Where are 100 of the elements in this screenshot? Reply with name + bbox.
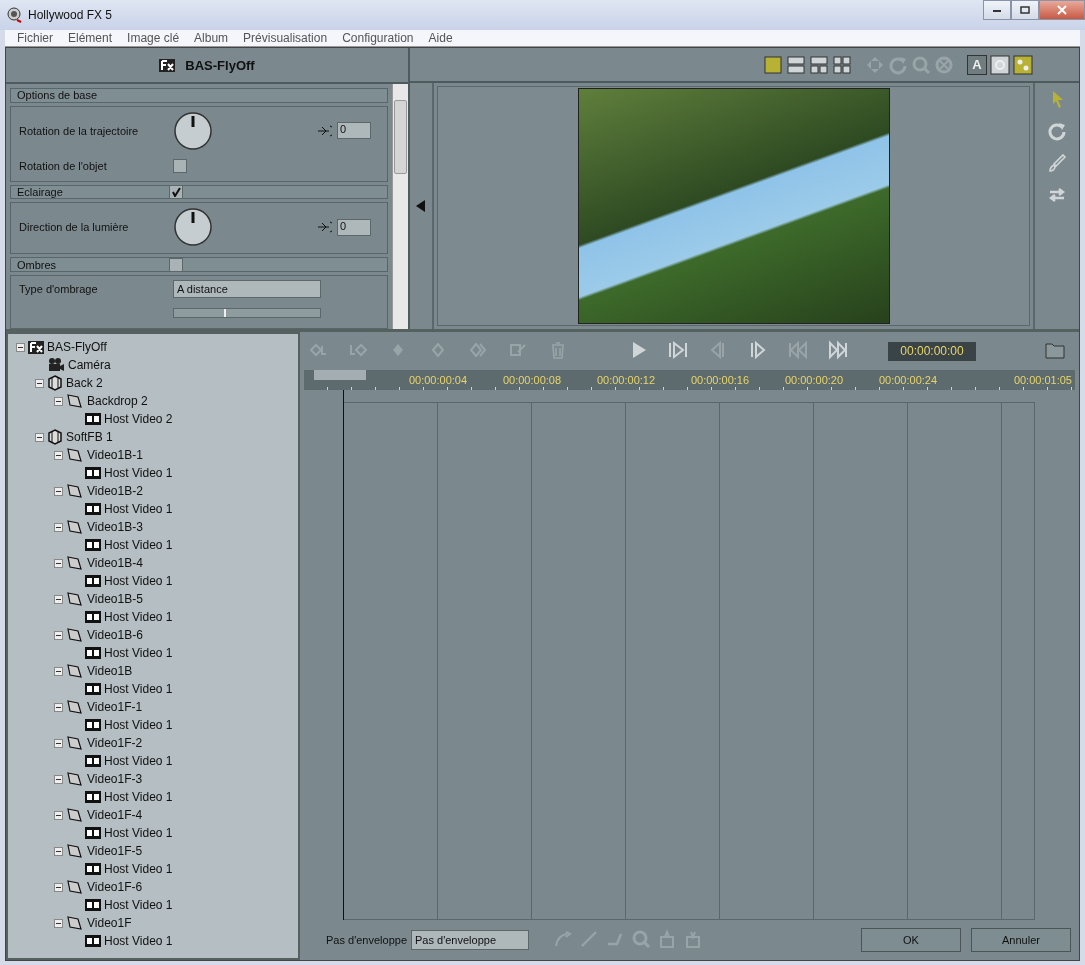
two-row-view-icon[interactable] xyxy=(786,54,806,75)
collapse-arrow-icon[interactable] xyxy=(416,200,426,212)
maximize-button[interactable] xyxy=(1011,0,1039,20)
tree-item[interactable]: Host Video 1 xyxy=(104,646,173,660)
tree-item[interactable]: Video1F-6 xyxy=(87,880,143,894)
fast-forward-icon[interactable] xyxy=(828,340,848,360)
slider[interactable] xyxy=(173,308,321,318)
tree-item[interactable]: Video1B-3 xyxy=(87,520,143,534)
group-header[interactable]: Ombres xyxy=(10,257,388,272)
scrollbar[interactable] xyxy=(392,84,408,329)
checkbox[interactable] xyxy=(173,158,187,173)
collapse-toggle[interactable] xyxy=(54,450,63,460)
tree-item[interactable]: Caméra xyxy=(68,358,111,372)
tree-item[interactable]: Video1F-5 xyxy=(87,844,143,858)
tree-item[interactable]: BAS-FlyOff xyxy=(47,340,107,354)
tree-item[interactable]: Video1B-4 xyxy=(87,556,143,570)
tree-item[interactable]: Host Video 1 xyxy=(104,502,173,516)
menu-item[interactable]: Elément xyxy=(68,31,113,45)
film-icon xyxy=(85,611,101,623)
collapse-toggle[interactable] xyxy=(54,396,63,406)
field-label: Type d'ombrage xyxy=(19,283,99,295)
tree-item[interactable]: Video1B-5 xyxy=(87,592,143,606)
menu-item[interactable]: Prévisualisation xyxy=(243,31,328,45)
next-frame-icon[interactable] xyxy=(748,340,768,360)
folder-icon[interactable] xyxy=(1045,341,1065,359)
tree-item[interactable]: Host Video 1 xyxy=(104,898,173,912)
minimize-button[interactable] xyxy=(983,0,1011,20)
tree-item[interactable]: Host Video 1 xyxy=(104,790,173,804)
tree-item[interactable]: Host Video 1 xyxy=(104,466,173,480)
skip-next-icon[interactable] xyxy=(668,340,688,360)
collapse-toggle[interactable] xyxy=(54,774,63,784)
single-view-icon[interactable] xyxy=(763,54,783,75)
tree-item[interactable]: Video1F-2 xyxy=(87,736,143,750)
tree-item[interactable]: Host Video 2 xyxy=(104,412,173,426)
group-header[interactable]: Options de base xyxy=(10,88,388,103)
group-header[interactable]: Eclairage xyxy=(10,184,388,200)
menu-item[interactable]: Configuration xyxy=(342,31,414,45)
collapse-toggle[interactable] xyxy=(54,702,63,712)
tree-item[interactable]: Host Video 1 xyxy=(104,826,173,840)
tree-item[interactable]: Video1F xyxy=(87,916,132,930)
tree-item[interactable]: SoftFB 1 xyxy=(66,430,113,444)
collapse-toggle[interactable] xyxy=(54,738,63,748)
time-ruler[interactable]: 00:00:00:04 00:00:00:08 00:00:00:12 00:00:00:16 00:00:00:20 00:00:00:24 00:00:01:05 xyxy=(304,370,1075,390)
dropdown[interactable]: A distance xyxy=(173,280,321,298)
menu-item[interactable]: Aide xyxy=(428,31,453,45)
collapse-toggle[interactable] xyxy=(54,630,63,640)
plane-icon xyxy=(66,735,84,751)
collapse-toggle[interactable] xyxy=(54,882,63,892)
collapse-toggle[interactable] xyxy=(35,432,44,442)
menu-item[interactable]: Image clé xyxy=(127,31,180,45)
value-field[interactable]: 0 xyxy=(337,122,371,140)
value-field[interactable]: 0 xyxy=(337,218,371,236)
plane-icon xyxy=(66,807,84,823)
ok-button[interactable]: OK xyxy=(861,928,961,952)
collapse-toggle[interactable] xyxy=(54,810,63,820)
rotate-icon[interactable] xyxy=(1047,121,1067,141)
three-pane-view-icon[interactable] xyxy=(809,54,829,75)
four-pane-view-icon[interactable] xyxy=(832,54,852,75)
tree-item[interactable]: Host Video 1 xyxy=(104,862,173,876)
text-tool-button[interactable]: A xyxy=(967,54,987,75)
collapse-toggle[interactable] xyxy=(35,378,44,388)
tree-item[interactable]: Host Video 1 xyxy=(104,610,173,624)
checkbox[interactable] xyxy=(169,185,183,199)
tree-item[interactable]: Host Video 1 xyxy=(104,574,173,588)
rotation-dial[interactable] xyxy=(173,110,213,151)
playhead-handle[interactable] xyxy=(314,370,366,380)
field-label: Direction de la lumière xyxy=(19,221,130,234)
dots-icon[interactable] xyxy=(1013,54,1033,75)
collapse-toggle[interactable] xyxy=(54,486,63,496)
checkbox[interactable] xyxy=(169,257,183,272)
collapse-toggle[interactable] xyxy=(16,342,25,352)
collapse-toggle[interactable] xyxy=(54,558,63,568)
collapse-toggle[interactable] xyxy=(54,666,63,676)
tree-item[interactable]: Host Video 1 xyxy=(104,682,173,696)
tree-item[interactable]: Video1B-6 xyxy=(87,628,143,642)
collapse-toggle[interactable] xyxy=(54,846,63,856)
rotation-dial[interactable] xyxy=(173,207,213,248)
tree-item[interactable]: Video1B xyxy=(87,664,133,678)
collapse-toggle[interactable] xyxy=(54,918,63,928)
swap-arrows-icon[interactable] xyxy=(1047,185,1067,205)
tree-item[interactable]: Host Video 1 xyxy=(104,538,173,552)
tree-item[interactable]: Video1B-2 xyxy=(87,484,143,498)
envelope-dropdown[interactable]: Pas d'enveloppe xyxy=(411,930,529,950)
cancel-button[interactable]: Annuler xyxy=(971,928,1071,952)
collapse-toggle[interactable] xyxy=(54,522,63,532)
tree-item[interactable]: Video1B-1 xyxy=(87,448,143,462)
brush-icon[interactable] xyxy=(1047,153,1067,173)
tree-item[interactable]: Video1F-3 xyxy=(87,772,143,786)
menu-item[interactable]: Fichier xyxy=(17,31,53,45)
collapse-toggle[interactable] xyxy=(54,594,63,604)
tree-item[interactable]: Back 2 xyxy=(66,376,103,390)
tree-item[interactable]: Backdrop 2 xyxy=(87,394,148,408)
tree-item[interactable]: Video1F-1 xyxy=(87,700,143,714)
tree-item[interactable]: Host Video 1 xyxy=(104,718,173,732)
tree-item[interactable]: Host Video 1 xyxy=(104,934,173,948)
ruler-label: 00:00:00:16 xyxy=(689,374,751,386)
menu-item[interactable]: Album xyxy=(194,31,229,45)
close-button[interactable] xyxy=(1039,0,1085,20)
tree-item[interactable]: Video1F-4 xyxy=(87,808,143,822)
tree-item[interactable]: Host Video 1 xyxy=(104,754,173,768)
